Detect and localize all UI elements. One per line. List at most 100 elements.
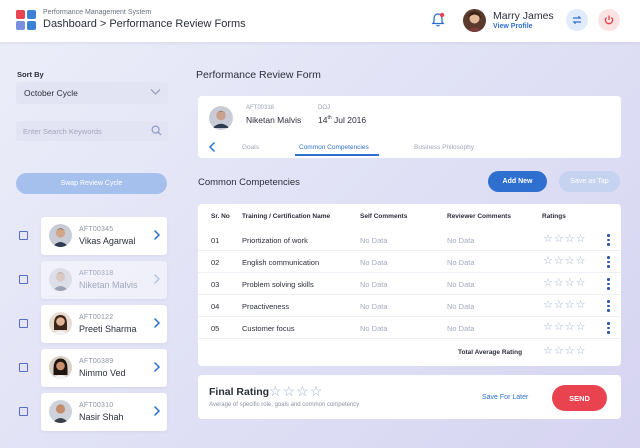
user-avatar[interactable] [463,9,486,32]
cell-name: Problem solving skills [242,280,314,289]
cell-reviewer: No Data [447,302,475,311]
save-for-later-link[interactable]: Save For Later [482,394,528,401]
cell-reviewer: No Data [447,324,475,333]
cell-sr: 01 [211,236,220,245]
cell-self: No Data [360,302,388,311]
tab-common-competencies[interactable]: Common Competencies [299,144,369,151]
cell-sr: 03 [211,280,220,289]
employee-name: Niketan Malvis [246,115,302,125]
sync-icon [572,15,582,25]
doj-value: 14th Jul 2016 [318,115,367,125]
employee-name: Nasir Shah [79,412,124,422]
more-options-icon[interactable] [607,322,610,334]
employee-id: AFT00122 [79,314,114,321]
search-box[interactable] [16,121,168,142]
power-icon [604,15,614,25]
chevron-right-icon[interactable] [153,361,161,373]
chevron-right-icon[interactable] [153,317,161,329]
swap-review-cycle-button[interactable]: Swap Review Cycle [16,173,167,194]
employee-name: Vikas Agarwal [79,236,136,246]
employee-checkbox[interactable] [19,407,28,416]
final-rating-title: Final Rating [209,386,270,398]
employee-name: Nimmo Ved [79,368,126,378]
rating-stars[interactable]: ☆ ☆ ☆ ☆ [543,278,586,289]
more-options-icon[interactable] [607,300,610,312]
employee-avatar [49,356,72,379]
sync-button[interactable] [566,9,588,31]
final-rating-stars[interactable]: ☆ ☆ ☆ ☆ [269,384,322,398]
final-rating-card: Final Rating ☆ ☆ ☆ ☆ Average of specific ro… [198,375,621,419]
doj-label: DOJ [318,105,330,111]
active-tab-indicator [295,154,379,156]
column-header-sr: Sr. No [211,213,230,220]
employee-avatar [49,224,72,247]
view-profile-link[interactable]: View Profile [493,23,533,30]
employee-card[interactable]: AFT00122 Preeti Sharma [41,305,167,343]
send-button[interactable]: SEND [552,385,607,411]
employee-checkbox[interactable] [19,275,28,284]
more-options-icon[interactable] [607,256,610,268]
tab-business-philosophy[interactable]: Business Philosophy [414,144,474,151]
cell-reviewer: No Data [447,236,475,245]
breadcrumb[interactable]: Dashboard > Performance Review Forms [43,18,246,30]
employee-checkbox[interactable] [19,319,28,328]
employee-row: AFT00122 Preeti Sharma [16,305,168,343]
competencies-table: Sr. No Training / Certification Name Sel… [198,204,621,366]
user-name: Marry James [493,10,554,22]
cell-name: Priortization of work [242,236,308,245]
cell-name: English communication [242,258,320,267]
app-logo[interactable] [16,10,36,30]
employee-row: AFT00345 Vikas Agarwal [16,217,168,255]
top-header: Performance Management System Dashboard … [0,0,640,42]
employee-avatar [209,106,233,130]
employee-row: AFT00318 Niketan Malvis [16,261,168,299]
rating-stars[interactable]: ☆ ☆ ☆ ☆ [543,234,586,245]
cell-sr: 02 [211,258,220,267]
search-input[interactable] [16,121,141,142]
chevron-left-icon[interactable] [208,141,216,153]
employee-card[interactable]: AFT00318 Niketan Malvis [41,261,167,299]
employee-avatar [49,312,72,335]
employee-row: AFT00389 Nimmo Ved [16,349,168,387]
employee-checkbox[interactable] [19,231,28,240]
cell-self: No Data [360,280,388,289]
chevron-right-icon[interactable] [153,229,161,241]
save-as-tap-button[interactable]: Save as Tap [559,171,620,192]
chevron-right-icon[interactable] [153,405,161,417]
cycle-select[interactable]: October Cycle [16,82,168,104]
employee-card[interactable]: AFT00345 Vikas Agarwal [41,217,167,255]
bell-icon[interactable] [431,12,445,28]
rating-stars[interactable]: ☆ ☆ ☆ ☆ [543,300,586,311]
tab-goals[interactable]: Goals [242,144,259,151]
power-button[interactable] [598,9,620,31]
cycle-select-value: October Cycle [24,88,78,98]
employee-card[interactable]: AFT00310 Nasir Shah [41,393,167,431]
employee-card[interactable]: AFT00389 Nimmo Ved [41,349,167,387]
table-row: 04 Proactiveness No Data No Data ☆ ☆ ☆ ☆ [198,295,621,317]
cell-self: No Data [360,236,388,245]
cell-reviewer: No Data [447,258,475,267]
chevron-right-icon[interactable] [153,273,161,285]
employee-id: AFT00345 [79,226,114,233]
cell-sr: 05 [211,324,220,333]
table-row: 03 Problem solving skills No Data No Dat… [198,273,621,295]
employee-row: AFT00310 Nasir Shah [16,393,168,431]
employee-id-label: AFT00318 [246,105,275,111]
add-new-button[interactable]: Add New [488,171,547,192]
section-heading: Common Competencies [198,177,300,188]
app-name: Performance Management System [43,9,152,16]
rating-stars[interactable]: ☆ ☆ ☆ ☆ [543,322,586,333]
search-icon[interactable] [151,125,162,136]
rating-stars[interactable]: ☆ ☆ ☆ ☆ [543,256,586,267]
more-options-icon[interactable] [607,234,610,246]
cell-name: Customer focus [242,324,295,333]
chevron-down-icon [150,89,161,95]
employee-name: Niketan Malvis [79,280,138,290]
final-rating-subtitle: Average of specific role, goals and comm… [209,402,360,408]
more-options-icon[interactable] [607,278,610,290]
employee-checkbox[interactable] [19,363,28,372]
cell-self: No Data [360,324,388,333]
column-header-ratings: Ratings [542,213,566,220]
employee-name: Preeti Sharma [79,324,137,334]
cell-sr: 04 [211,302,220,311]
